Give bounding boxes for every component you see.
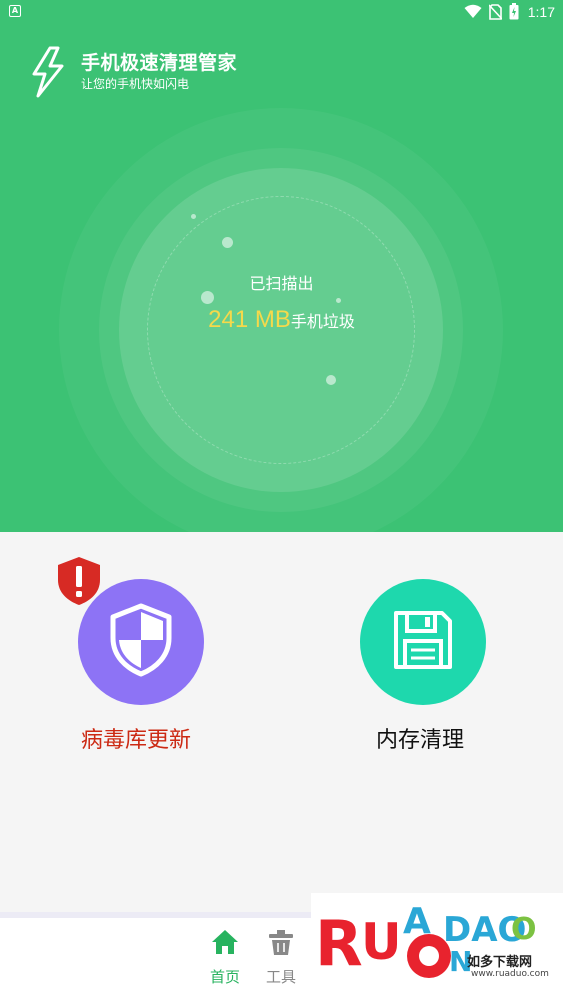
junk-size-unit: 手机垃圾 [290, 312, 355, 331]
no-sim-icon [488, 3, 502, 20]
app-subtitle: 让您的手机快如闪电 [81, 77, 190, 91]
svg-text:R: R [315, 907, 363, 980]
alert-shield-icon [56, 556, 102, 610]
watermark-subtitle: 如多下载网 [467, 955, 533, 970]
nav-item-home[interactable]: 首页 [200, 928, 250, 987]
virus-update-button[interactable]: 病毒库更新 [56, 556, 226, 756]
scan-hero: 手机极速清理管家 让您的手机快如闪电 已扫描出 241 MB手机垃圾 [0, 24, 563, 532]
sparkle-dot [336, 298, 341, 303]
scan-result: 241 MB手机垃圾 [0, 306, 563, 334]
junk-size-value: 241 MB [208, 306, 291, 333]
svg-text:U: U [361, 913, 402, 971]
sparkle-dot [191, 214, 196, 219]
memory-clean-circle [360, 579, 486, 705]
nav-item-tools[interactable]: 工具 [256, 928, 306, 987]
memory-clean-button[interactable]: 内存清理 [340, 556, 510, 756]
lightning-icon [28, 46, 68, 98]
status-bar: A 1:17 [0, 0, 563, 24]
home-icon [200, 928, 250, 958]
status-time: 1:17 [527, 3, 555, 20]
floppy-disk-icon [390, 607, 456, 677]
status-icons: 1:17 [464, 3, 555, 20]
watermark-url: www.ruaduo.com [471, 969, 549, 979]
nav-tools-label: 工具 [265, 968, 296, 986]
shield-icon [106, 602, 176, 682]
trash-icon [256, 928, 306, 958]
scan-label: 已扫描出 [249, 274, 314, 293]
sparkle-dot [222, 237, 233, 248]
notification-icon: A [9, 5, 21, 17]
virus-update-label: 病毒库更新 [81, 728, 192, 753]
memory-clean-label: 内存清理 [376, 728, 465, 753]
app-title: 手机极速清理管家 [81, 52, 238, 74]
watermark-logo: R U A DAO O N 如多下载网 www.ruaduo.com [311, 893, 563, 1002]
svg-text:O: O [511, 912, 537, 947]
sparkle-dot [326, 375, 336, 385]
svg-text:A: A [403, 901, 431, 942]
nav-home-label: 首页 [209, 968, 240, 986]
ruanduo-logo-icon: R U A DAO O N [311, 901, 563, 1002]
wifi-icon [464, 4, 482, 19]
battery-icon [509, 3, 519, 20]
